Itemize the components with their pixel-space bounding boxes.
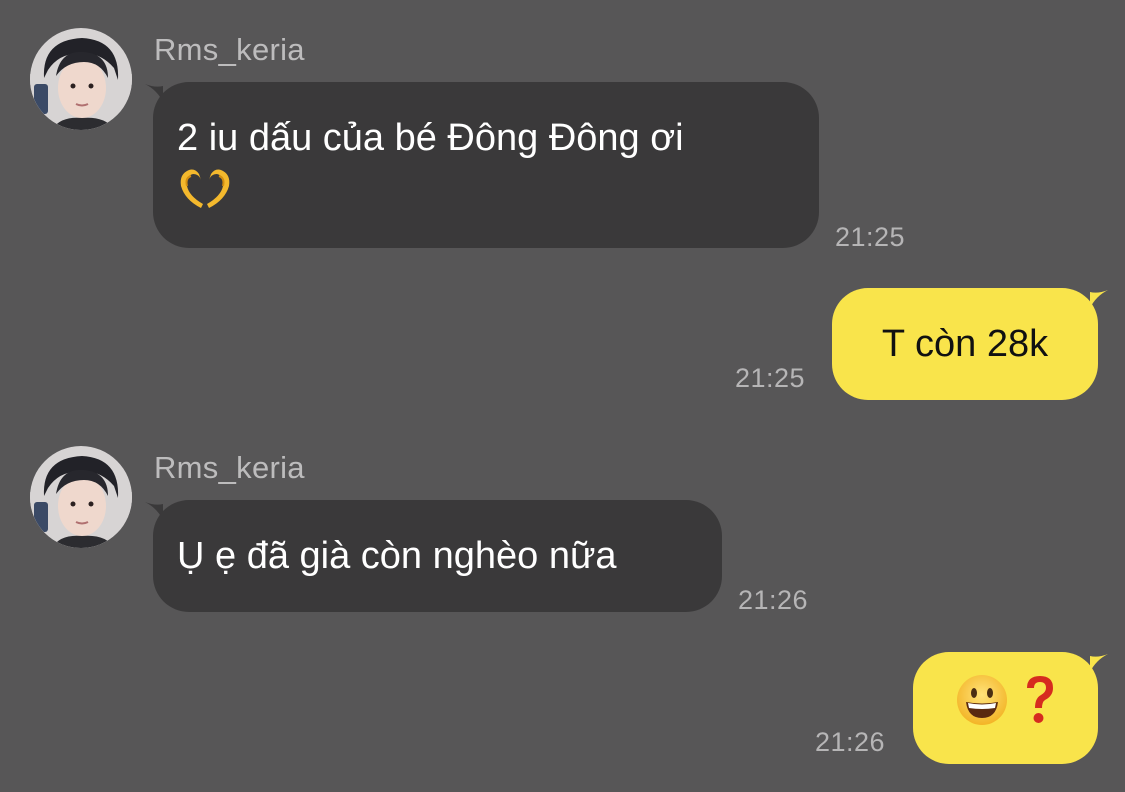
message-timestamp: 21:25	[735, 363, 806, 393]
message-timestamp: 21:25	[835, 222, 906, 252]
grinning-face-icon	[955, 673, 1009, 743]
heart-hands-icon	[177, 166, 233, 226]
message-bubble-incoming[interactable]: 2 iu dấu của bé Đông Đông ơi	[153, 82, 819, 248]
avatar[interactable]	[30, 28, 132, 130]
message-bubble-incoming[interactable]: Ụ ẹ đã già còn nghèo nữa	[153, 500, 722, 612]
bubble-tail	[1090, 290, 1108, 308]
message-text: 2 iu dấu của bé Đông Đông ơi	[177, 117, 684, 159]
red-question-mark-icon	[1023, 674, 1057, 742]
bubble-tail	[1090, 654, 1108, 672]
message-timestamp: 21:26	[738, 585, 809, 615]
sender-name: Rms_keria	[154, 32, 305, 67]
message-bubble-outgoing[interactable]	[913, 652, 1098, 764]
message-text: Ụ ẹ đã già còn nghèo nữa	[177, 535, 617, 577]
sender-name: Rms_keria	[154, 450, 305, 485]
avatar[interactable]	[30, 446, 132, 548]
message-bubble-outgoing[interactable]: T còn 28k	[832, 288, 1098, 400]
message-text: T còn 28k	[881, 323, 1049, 365]
message-timestamp: 21:26	[815, 727, 886, 757]
